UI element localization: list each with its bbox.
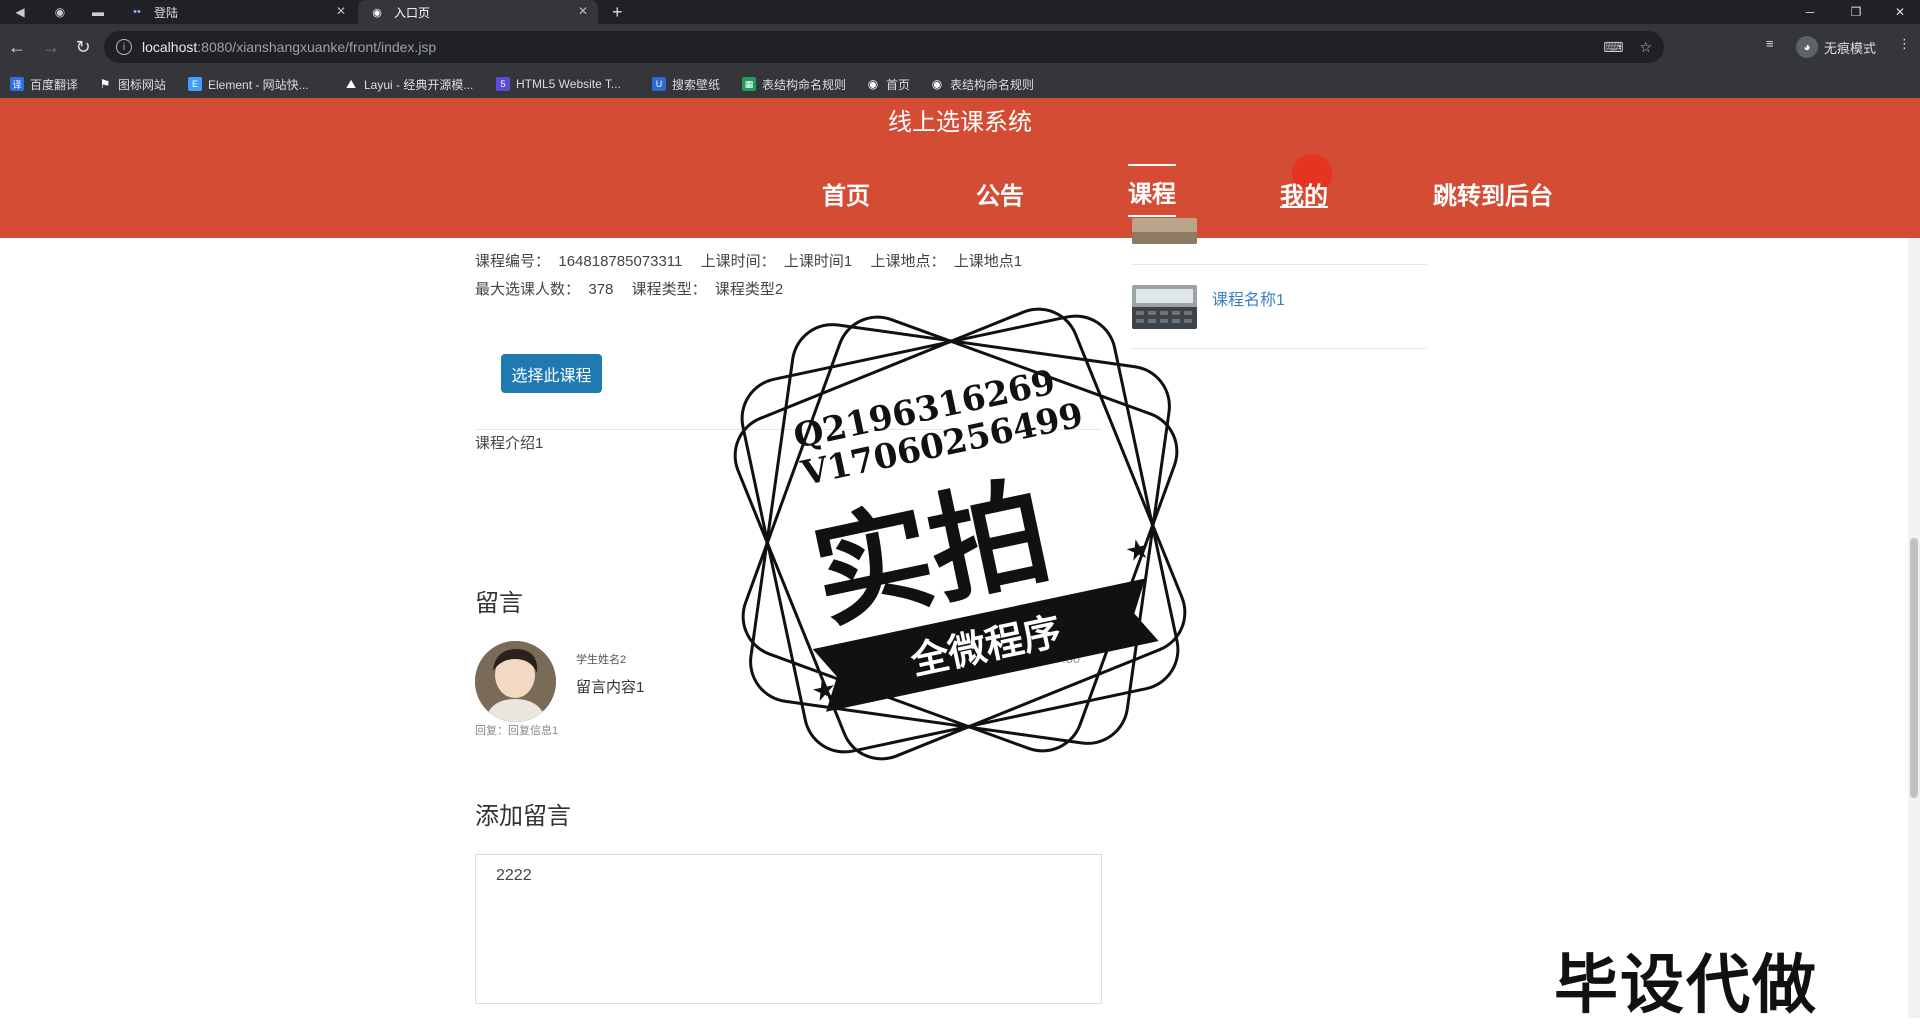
watermark-big: 实拍: [802, 461, 1062, 645]
tab-blank-icon[interactable]: ▬: [84, 2, 112, 22]
course-place: 上课地点： 上课地点1: [870, 253, 1023, 270]
url-text: localhost:8080/xianshangxuanke/front/ind…: [142, 39, 437, 55]
tab-title: 登陆: [154, 5, 179, 20]
nav-notice[interactable]: 公告: [976, 176, 1024, 211]
tab-globe-icon[interactable]: ◉: [46, 2, 74, 22]
comment-reply: 回复：回复信息1: [475, 725, 559, 737]
sidebar-course-title[interactable]: 课程名称1: [1212, 286, 1285, 310]
nav-home[interactable]: 首页: [822, 176, 870, 211]
course-meta-row-2: 最大选课人数： 378 课程类型： 课程类型2: [475, 278, 797, 299]
html5-icon: 5: [496, 77, 510, 91]
watermark-ribbon: 全微程序: [906, 609, 1065, 684]
tab-login[interactable]: •• 登陆 ✕: [118, 0, 356, 24]
star-icon: ★: [809, 672, 840, 708]
divider: [1132, 348, 1427, 349]
course-intro: 课程介绍1: [475, 435, 544, 452]
comments-title: 留言: [475, 590, 523, 617]
bookmark-item[interactable]: 译百度翻译: [10, 76, 78, 92]
bookmark-item[interactable]: E Element - 网站快...: [188, 76, 309, 92]
star-icon: ★: [1122, 532, 1153, 568]
incognito-profile[interactable]: ◕ 无痕模式: [1796, 36, 1876, 58]
avatar: [475, 641, 556, 722]
comment-author: 学生姓名2: [576, 654, 627, 666]
bookmark-item[interactable]: ◉ 表结构命名规则: [930, 76, 1034, 92]
back-icon[interactable]: ←: [6, 36, 28, 58]
bookmark-item[interactable]: ⚑ 图标网站: [98, 76, 166, 92]
browser-tab-strip: ◀ ◉ ▬ •• 登陆 ✕ ◉ 入口页 ✕ + ─ ❐ ✕: [0, 0, 1920, 24]
baidu-translate-icon: 译: [10, 77, 24, 91]
course-thumbnail[interactable]: [1132, 285, 1197, 329]
bookmark-item[interactable]: ⛰ Layui - 经典开源模...: [344, 76, 473, 92]
sheet-icon: ▦: [742, 77, 756, 91]
menu-icon[interactable]: ⋮: [1898, 36, 1911, 52]
element-icon: E: [188, 77, 202, 91]
wallpaper-icon: U: [652, 77, 666, 91]
bookmarks-bar: 译百度翻译 ⚑ 图标网站 E Element - 网站快... ⛰ Layui - 经…: [0, 70, 1920, 98]
bookmark-item[interactable]: ▦ 表结构命名规则: [742, 76, 846, 92]
flag-icon: ⚑: [99, 77, 111, 91]
nav-mine[interactable]: 我的: [1280, 176, 1328, 211]
select-course-button[interactable]: 选择此课程: [501, 354, 602, 393]
minimize-button[interactable]: ─: [1790, 0, 1830, 24]
page-scrollbar[interactable]: [1908, 238, 1920, 1018]
comment-time: :37:30: [1044, 651, 1081, 666]
course-type: 课程类型： 课程类型2: [631, 281, 784, 298]
scrollbar-thumb[interactable]: [1910, 538, 1918, 798]
globe-icon: ◉: [372, 6, 382, 19]
globe-icon: ◉: [931, 77, 943, 91]
course-meta-row-1: 课程编号： 164818785073311 上课时间： 上课时间1 上课地点： …: [475, 250, 1036, 271]
bookmark-item[interactable]: ◉ 首页: [866, 76, 910, 92]
tab-title: 入口页: [394, 5, 431, 20]
bookmark-item[interactable]: U 搜索壁纸: [652, 76, 720, 92]
watermark-line2: V17060256499: [797, 395, 1087, 494]
reload-icon[interactable]: ↻: [72, 36, 94, 58]
restore-button[interactable]: ❐: [1836, 0, 1876, 24]
new-tab-button[interactable]: +: [612, 0, 623, 24]
nav-admin[interactable]: 跳转到后台: [1433, 176, 1553, 211]
close-icon[interactable]: ✕: [336, 4, 346, 18]
nav-course[interactable]: 课程: [1128, 164, 1176, 217]
bookmark-item[interactable]: 5 HTML5 Website T...: [496, 76, 621, 92]
course-time: 上课时间： 上课时间1: [700, 253, 853, 270]
divider: [1132, 264, 1427, 265]
corner-watermark: 毕设代做: [1554, 949, 1818, 1021]
address-bar[interactable]: i localhost:8080/xianshangxuanke/front/i…: [104, 31, 1664, 63]
site-title: 线上选课系统: [888, 109, 1032, 136]
info-icon[interactable]: i: [116, 39, 132, 55]
watermark-line1: Q2196316269: [790, 362, 1059, 456]
comment-textarea[interactable]: 2222: [475, 854, 1102, 1004]
watermark-stamp: Q2196316269 V17060256499 实拍 全微程序 ★ ★: [722, 296, 1198, 772]
translate-icon[interactable]: ⌨: [1603, 39, 1623, 56]
dots-icon: ••: [133, 6, 141, 18]
globe-icon: ◉: [867, 77, 879, 91]
tab-entry[interactable]: ◉ 入口页 ✕: [358, 0, 598, 24]
forward-icon[interactable]: →: [40, 36, 62, 58]
course-number: 课程编号： 164818785073311: [475, 253, 683, 270]
close-window-button[interactable]: ✕: [1880, 0, 1920, 24]
close-icon[interactable]: ✕: [578, 4, 588, 18]
course-max: 最大选课人数： 378: [475, 281, 614, 298]
course-thumbnail[interactable]: [1132, 218, 1197, 244]
comment-content: 留言内容1: [576, 679, 645, 696]
browser-toolbar: ← → ↻ i localhost:8080/xianshangxuanke/f…: [0, 24, 1920, 70]
incognito-icon: ◕: [1796, 36, 1818, 58]
add-comment-title: 添加留言: [475, 803, 571, 830]
star-icon[interactable]: ☆: [1639, 39, 1652, 56]
divider: [475, 429, 1102, 430]
tab-audio-icon[interactable]: ◀: [6, 2, 34, 22]
layui-icon: ⛰: [345, 76, 357, 91]
site-header: 线上选课系统 首页 公告 课程 我的 跳转到后台: [0, 98, 1920, 238]
profile-label: 无痕模式: [1824, 40, 1877, 56]
reading-list-icon[interactable]: ≡: [1766, 36, 1774, 51]
